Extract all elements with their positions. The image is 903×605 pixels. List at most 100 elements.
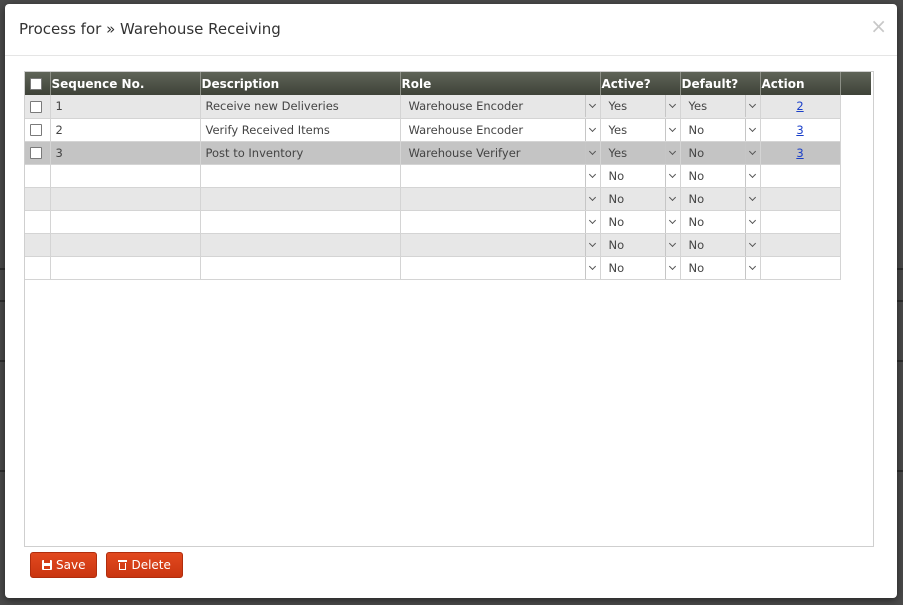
role-select[interactable] bbox=[401, 256, 600, 278]
default-cell[interactable]: No bbox=[680, 141, 761, 165]
role-select[interactable] bbox=[401, 210, 600, 232]
table-row[interactable]: No No bbox=[25, 256, 871, 280]
sequence-cell[interactable] bbox=[50, 187, 201, 211]
row-select-cell[interactable] bbox=[25, 256, 51, 280]
role-cell[interactable] bbox=[400, 187, 601, 211]
role-cell[interactable] bbox=[400, 164, 601, 188]
default-cell[interactable]: No bbox=[680, 233, 761, 257]
active-cell[interactable]: Yes bbox=[600, 95, 681, 119]
active-select[interactable]: No bbox=[601, 164, 680, 186]
default-select[interactable]: No bbox=[681, 256, 760, 278]
default-select[interactable]: No bbox=[681, 141, 760, 163]
active-select[interactable]: Yes bbox=[601, 118, 680, 140]
column-header-sequence[interactable]: Sequence No. bbox=[50, 72, 201, 95]
column-header-active[interactable]: Active? bbox=[600, 72, 681, 95]
role-cell[interactable] bbox=[400, 256, 601, 280]
role-cell[interactable]: Warehouse Encoder bbox=[400, 118, 601, 142]
column-header-action[interactable]: Action bbox=[760, 72, 841, 95]
row-checkbox[interactable] bbox=[30, 147, 42, 159]
row-select-cell[interactable] bbox=[25, 118, 51, 142]
active-cell[interactable]: No bbox=[600, 210, 681, 234]
active-dropdown-button[interactable] bbox=[664, 233, 680, 255]
default-dropdown-button[interactable] bbox=[744, 187, 760, 209]
role-dropdown-button[interactable] bbox=[584, 187, 600, 209]
role-select[interactable]: Warehouse Verifyer bbox=[401, 141, 600, 163]
active-dropdown-button[interactable] bbox=[664, 95, 680, 117]
row-select-cell[interactable] bbox=[25, 210, 51, 234]
active-dropdown-button[interactable] bbox=[664, 256, 680, 278]
default-dropdown-button[interactable] bbox=[744, 233, 760, 255]
description-cell[interactable] bbox=[200, 187, 401, 211]
select-all-checkbox[interactable] bbox=[30, 78, 42, 90]
table-row[interactable]: No No bbox=[25, 210, 871, 234]
table-row[interactable]: No No bbox=[25, 187, 871, 211]
default-dropdown-button[interactable] bbox=[744, 256, 760, 278]
table-row[interactable]: 2 Verify Received Items Warehouse Encode… bbox=[25, 118, 871, 142]
sequence-cell[interactable] bbox=[50, 164, 201, 188]
role-select[interactable] bbox=[401, 187, 600, 209]
action-link[interactable]: 3 bbox=[761, 123, 840, 137]
row-checkbox[interactable] bbox=[30, 124, 42, 136]
default-dropdown-button[interactable] bbox=[744, 95, 760, 117]
active-select[interactable]: No bbox=[601, 233, 680, 255]
role-select[interactable] bbox=[401, 164, 600, 186]
active-dropdown-button[interactable] bbox=[664, 141, 680, 163]
role-cell[interactable]: Warehouse Verifyer bbox=[400, 141, 601, 165]
active-cell[interactable]: No bbox=[600, 187, 681, 211]
active-cell[interactable]: No bbox=[600, 233, 681, 257]
default-select[interactable]: No bbox=[681, 233, 760, 255]
sequence-cell[interactable]: 3 bbox=[50, 141, 201, 165]
description-cell[interactable] bbox=[200, 233, 401, 257]
role-cell[interactable] bbox=[400, 233, 601, 257]
active-cell[interactable]: Yes bbox=[600, 118, 681, 142]
description-cell[interactable]: Post to Inventory bbox=[200, 141, 401, 165]
row-select-cell[interactable] bbox=[25, 187, 51, 211]
description-cell[interactable] bbox=[200, 256, 401, 280]
default-select[interactable]: No bbox=[681, 118, 760, 140]
column-header-role[interactable]: Role bbox=[400, 72, 601, 95]
default-cell[interactable]: No bbox=[680, 164, 761, 188]
default-dropdown-button[interactable] bbox=[744, 141, 760, 163]
column-header-description[interactable]: Description bbox=[200, 72, 401, 95]
row-select-cell[interactable] bbox=[25, 233, 51, 257]
sequence-cell[interactable] bbox=[50, 233, 201, 257]
role-dropdown-button[interactable] bbox=[584, 118, 600, 140]
active-cell[interactable]: No bbox=[600, 256, 681, 280]
default-cell[interactable]: No bbox=[680, 210, 761, 234]
sequence-cell[interactable]: 1 bbox=[50, 95, 201, 119]
role-select[interactable]: Warehouse Encoder bbox=[401, 118, 600, 140]
table-row[interactable]: 3 Post to Inventory Warehouse Verifyer Y… bbox=[25, 141, 871, 165]
role-dropdown-button[interactable] bbox=[584, 141, 600, 163]
active-select[interactable]: No bbox=[601, 210, 680, 232]
description-cell[interactable] bbox=[200, 164, 401, 188]
active-dropdown-button[interactable] bbox=[664, 187, 680, 209]
role-dropdown-button[interactable] bbox=[584, 95, 600, 117]
row-select-cell[interactable] bbox=[25, 95, 51, 119]
default-cell[interactable]: No bbox=[680, 256, 761, 280]
default-cell[interactable]: Yes bbox=[680, 95, 761, 119]
table-row[interactable]: No No bbox=[25, 164, 871, 188]
role-select[interactable]: Warehouse Encoder bbox=[401, 95, 600, 117]
default-dropdown-button[interactable] bbox=[744, 164, 760, 186]
role-select[interactable] bbox=[401, 233, 600, 255]
sequence-cell[interactable] bbox=[50, 210, 201, 234]
role-cell[interactable]: Warehouse Encoder bbox=[400, 95, 601, 119]
sequence-cell[interactable] bbox=[50, 256, 201, 280]
column-header-default[interactable]: Default? bbox=[680, 72, 761, 95]
action-link[interactable]: 2 bbox=[761, 99, 840, 113]
save-button[interactable]: Save bbox=[30, 552, 98, 578]
row-select-cell[interactable] bbox=[25, 141, 51, 165]
description-cell[interactable]: Verify Received Items bbox=[200, 118, 401, 142]
active-dropdown-button[interactable] bbox=[664, 118, 680, 140]
default-dropdown-button[interactable] bbox=[744, 210, 760, 232]
description-cell[interactable] bbox=[200, 210, 401, 234]
close-icon[interactable]: × bbox=[870, 16, 887, 36]
active-select[interactable]: No bbox=[601, 256, 680, 278]
table-row[interactable]: 1 Receive new Deliveries Warehouse Encod… bbox=[25, 95, 871, 119]
row-select-cell[interactable] bbox=[25, 164, 51, 188]
sequence-cell[interactable]: 2 bbox=[50, 118, 201, 142]
default-cell[interactable]: No bbox=[680, 187, 761, 211]
description-cell[interactable]: Receive new Deliveries bbox=[200, 95, 401, 119]
active-select[interactable]: Yes bbox=[601, 95, 680, 117]
active-select[interactable]: No bbox=[601, 187, 680, 209]
